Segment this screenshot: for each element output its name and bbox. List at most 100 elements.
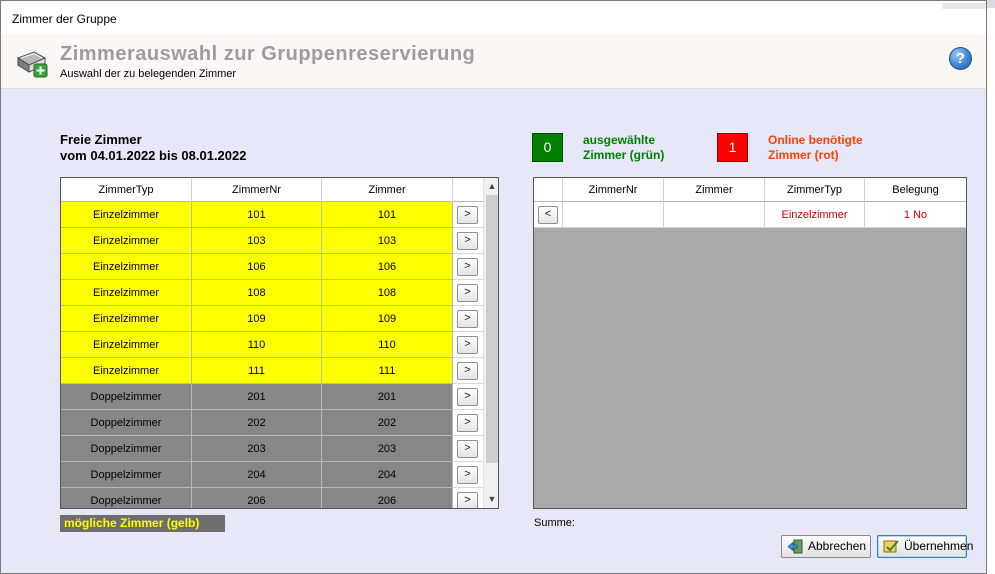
add-button-cell: > (453, 332, 483, 358)
cell-zimmer[interactable]: 204 (322, 462, 453, 488)
remove-room-button[interactable]: < (538, 206, 558, 224)
cell-zimmernr[interactable]: 103 (192, 228, 322, 254)
title-bar: Zimmer der Gruppe (1, 1, 986, 34)
cell-zimmertyp[interactable]: Einzelzimmer (61, 306, 192, 332)
cell-zimmernr[interactable]: 109 (192, 306, 322, 332)
cell-zimmer[interactable]: 202 (322, 410, 453, 436)
cell-zimmertyp[interactable]: Einzelzimmer (61, 228, 192, 254)
add-room-button[interactable]: > (457, 440, 478, 458)
cell-zimmertyp[interactable]: Einzelzimmer (61, 280, 192, 306)
remove-button-cell: < (534, 202, 563, 228)
column-header-zimmernr[interactable]: ZimmerNr (192, 178, 322, 202)
cell-zimmernr[interactable]: 101 (192, 202, 322, 228)
cell-zimmernr[interactable] (563, 202, 664, 228)
add-room-button[interactable]: > (457, 388, 478, 406)
cell-zimmertyp[interactable]: Einzelzimmer (61, 332, 192, 358)
cell-zimmer[interactable]: 201 (322, 384, 453, 410)
apply-button[interactable]: Übernehmen (877, 535, 973, 558)
free-rooms-scrollbar[interactable]: ▲ ▼ (483, 178, 498, 508)
column-header-belegung[interactable]: Belegung (865, 178, 966, 202)
selected-room-row[interactable]: < Einzelzimmer 1 No (534, 202, 966, 228)
add-room-button[interactable]: > (457, 414, 478, 432)
cell-zimmertyp[interactable]: Doppelzimmer (61, 384, 192, 410)
cell-zimmernr[interactable]: 202 (192, 410, 322, 436)
cell-zimmer[interactable] (664, 202, 765, 228)
column-header-zimmer[interactable]: Zimmer (664, 178, 765, 202)
add-room-button[interactable]: > (457, 258, 478, 276)
window-close-button[interactable] (942, 3, 986, 9)
selected-rooms-label-line2: Zimmer (grün) (583, 148, 665, 162)
add-room-button[interactable]: > (457, 336, 478, 354)
add-button-cell: > (453, 202, 483, 228)
cell-zimmer[interactable]: 111 (322, 358, 453, 384)
table-row[interactable]: Einzelzimmer 106 106 > (61, 254, 483, 280)
cell-zimmer[interactable]: 108 (322, 280, 453, 306)
cell-zimmernr[interactable]: 201 (192, 384, 322, 410)
needed-rooms-label-line2: Zimmer (rot) (768, 148, 839, 162)
free-rooms-date-range: vom 04.01.2022 bis 08.01.2022 (60, 148, 247, 163)
table-row[interactable]: Einzelzimmer 108 108 > (61, 280, 483, 306)
exit-door-icon (787, 539, 803, 554)
needed-rooms-count-badge: 1 (717, 133, 748, 162)
cancel-button-label: Abbrechen (808, 539, 867, 553)
column-header-zimmernr[interactable]: ZimmerNr (563, 178, 664, 202)
help-glyph: ? (955, 50, 966, 67)
cell-zimmer[interactable]: 109 (322, 306, 453, 332)
cell-zimmer[interactable]: 206 (322, 488, 453, 508)
cell-zimmer[interactable]: 203 (322, 436, 453, 462)
cell-zimmernr[interactable]: 110 (192, 332, 322, 358)
table-row[interactable]: Einzelzimmer 109 109 > (61, 306, 483, 332)
column-header-zimmertyp[interactable]: ZimmerTyp (61, 178, 192, 202)
cell-zimmernr[interactable]: 206 (192, 488, 322, 508)
cell-zimmertyp[interactable]: Einzelzimmer (61, 254, 192, 280)
cell-zimmertyp[interactable]: Einzelzimmer (61, 358, 192, 384)
cell-zimmertyp[interactable]: Doppelzimmer (61, 462, 192, 488)
table-row[interactable]: Doppelzimmer 203 203 > (61, 436, 483, 462)
needed-rooms-label-line1: Online benötigte (768, 133, 863, 147)
cell-zimmertyp[interactable]: Doppelzimmer (61, 410, 192, 436)
add-room-button[interactable]: > (457, 310, 478, 328)
add-room-button[interactable]: > (457, 466, 478, 484)
scroll-down-icon[interactable]: ▼ (484, 491, 498, 508)
table-row[interactable]: Einzelzimmer 101 101 > (61, 202, 483, 228)
cell-zimmernr[interactable]: 106 (192, 254, 322, 280)
column-header-zimmer[interactable]: Zimmer (322, 178, 453, 202)
add-room-button[interactable]: > (457, 206, 478, 224)
page-subtitle: Auswahl der zu belegenden Zimmer (60, 68, 237, 80)
cell-belegung[interactable]: 1 No (865, 202, 966, 228)
room-selection-dialog: Zimmer der Gruppe Zimmerauswahl zur Grup… (0, 0, 987, 574)
add-room-button[interactable]: > (457, 232, 478, 250)
scroll-thumb[interactable] (486, 195, 498, 463)
cell-zimmertyp[interactable]: Einzelzimmer (765, 202, 865, 228)
scroll-up-icon[interactable]: ▲ (484, 178, 498, 195)
table-row[interactable]: Doppelzimmer 206 206 > (61, 488, 483, 508)
add-room-button[interactable]: > (457, 362, 478, 380)
cell-zimmernr[interactable]: 111 (192, 358, 322, 384)
cell-zimmertyp[interactable]: Doppelzimmer (61, 488, 192, 508)
help-icon[interactable]: ? (949, 47, 972, 70)
cell-zimmernr[interactable]: 108 (192, 280, 322, 306)
cell-zimmernr[interactable]: 204 (192, 462, 322, 488)
cell-zimmertyp[interactable]: Einzelzimmer (61, 202, 192, 228)
column-header-zimmertyp[interactable]: ZimmerTyp (765, 178, 865, 202)
add-button-cell: > (453, 436, 483, 462)
cell-zimmernr[interactable]: 203 (192, 436, 322, 462)
add-room-button[interactable]: > (457, 492, 478, 508)
add-room-button[interactable]: > (457, 284, 478, 302)
table-row[interactable]: Doppelzimmer 204 204 > (61, 462, 483, 488)
table-row[interactable]: Einzelzimmer 103 103 > (61, 228, 483, 254)
cancel-button[interactable]: Abbrechen (781, 535, 871, 558)
table-row[interactable]: Einzelzimmer 110 110 > (61, 332, 483, 358)
cell-zimmer[interactable]: 110 (322, 332, 453, 358)
cell-zimmer[interactable]: 101 (322, 202, 453, 228)
cell-zimmertyp[interactable]: Doppelzimmer (61, 436, 192, 462)
cell-zimmer[interactable]: 106 (322, 254, 453, 280)
free-rooms-table-header: ZimmerTyp ZimmerNr Zimmer (61, 178, 483, 202)
possible-rooms-legend: mögliche Zimmer (gelb) (60, 515, 225, 532)
table-row[interactable]: Einzelzimmer 111 111 > (61, 358, 483, 384)
free-rooms-title: Freie Zimmer (60, 132, 142, 147)
column-header-action (534, 178, 563, 202)
cell-zimmer[interactable]: 103 (322, 228, 453, 254)
table-row[interactable]: Doppelzimmer 202 202 > (61, 410, 483, 436)
table-row[interactable]: Doppelzimmer 201 201 > (61, 384, 483, 410)
